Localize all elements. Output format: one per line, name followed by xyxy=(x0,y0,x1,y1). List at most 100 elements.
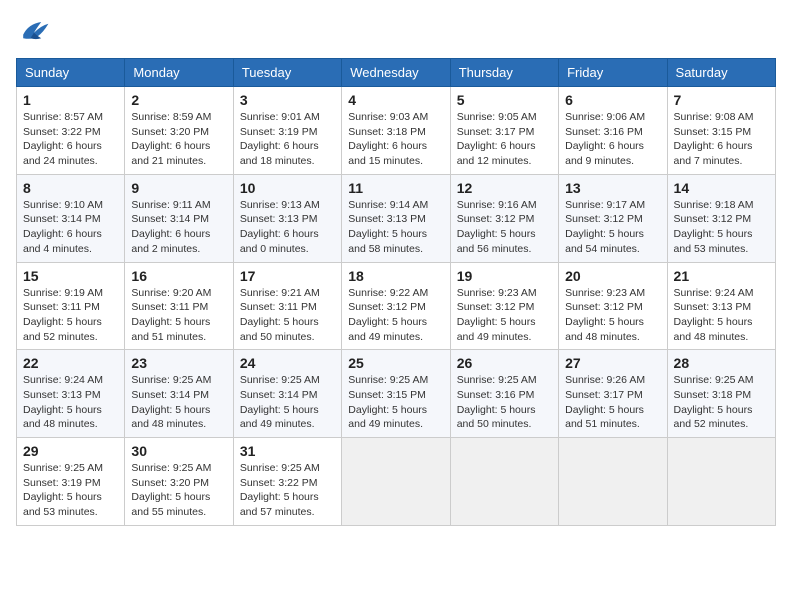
calendar-cell: 8 Sunrise: 9:10 AMSunset: 3:14 PMDayligh… xyxy=(17,174,125,262)
calendar-week-row: 1 Sunrise: 8:57 AMSunset: 3:22 PMDayligh… xyxy=(17,87,776,175)
calendar-cell: 29 Sunrise: 9:25 AMSunset: 3:19 PMDaylig… xyxy=(17,438,125,526)
day-info: Sunrise: 9:03 AMSunset: 3:18 PMDaylight:… xyxy=(348,110,443,169)
logo-icon xyxy=(16,16,52,46)
calendar-cell xyxy=(559,438,667,526)
calendar-cell: 14 Sunrise: 9:18 AMSunset: 3:12 PMDaylig… xyxy=(667,174,775,262)
calendar-cell xyxy=(342,438,450,526)
weekday-header-sunday: Sunday xyxy=(17,59,125,87)
calendar-week-row: 22 Sunrise: 9:24 AMSunset: 3:13 PMDaylig… xyxy=(17,350,776,438)
day-number: 16 xyxy=(131,268,226,284)
calendar-cell: 3 Sunrise: 9:01 AMSunset: 3:19 PMDayligh… xyxy=(233,87,341,175)
calendar-cell: 5 Sunrise: 9:05 AMSunset: 3:17 PMDayligh… xyxy=(450,87,558,175)
day-info: Sunrise: 8:59 AMSunset: 3:20 PMDaylight:… xyxy=(131,110,226,169)
day-number: 11 xyxy=(348,180,443,196)
day-number: 25 xyxy=(348,355,443,371)
calendar-cell: 13 Sunrise: 9:17 AMSunset: 3:12 PMDaylig… xyxy=(559,174,667,262)
day-info: Sunrise: 9:20 AMSunset: 3:11 PMDaylight:… xyxy=(131,286,226,345)
weekday-header-row: SundayMondayTuesdayWednesdayThursdayFrid… xyxy=(17,59,776,87)
calendar-week-row: 15 Sunrise: 9:19 AMSunset: 3:11 PMDaylig… xyxy=(17,262,776,350)
day-info: Sunrise: 9:25 AMSunset: 3:15 PMDaylight:… xyxy=(348,373,443,432)
day-info: Sunrise: 9:25 AMSunset: 3:14 PMDaylight:… xyxy=(240,373,335,432)
day-number: 6 xyxy=(565,92,660,108)
day-info: Sunrise: 9:06 AMSunset: 3:16 PMDaylight:… xyxy=(565,110,660,169)
calendar-cell: 22 Sunrise: 9:24 AMSunset: 3:13 PMDaylig… xyxy=(17,350,125,438)
day-number: 4 xyxy=(348,92,443,108)
calendar-cell: 11 Sunrise: 9:14 AMSunset: 3:13 PMDaylig… xyxy=(342,174,450,262)
calendar-week-row: 29 Sunrise: 9:25 AMSunset: 3:19 PMDaylig… xyxy=(17,438,776,526)
day-number: 10 xyxy=(240,180,335,196)
calendar-cell xyxy=(450,438,558,526)
day-info: Sunrise: 9:08 AMSunset: 3:15 PMDaylight:… xyxy=(674,110,769,169)
day-info: Sunrise: 9:21 AMSunset: 3:11 PMDaylight:… xyxy=(240,286,335,345)
day-number: 1 xyxy=(23,92,118,108)
calendar-cell: 2 Sunrise: 8:59 AMSunset: 3:20 PMDayligh… xyxy=(125,87,233,175)
day-info: Sunrise: 9:14 AMSunset: 3:13 PMDaylight:… xyxy=(348,198,443,257)
day-number: 17 xyxy=(240,268,335,284)
calendar-cell: 30 Sunrise: 9:25 AMSunset: 3:20 PMDaylig… xyxy=(125,438,233,526)
day-number: 5 xyxy=(457,92,552,108)
calendar-cell: 20 Sunrise: 9:23 AMSunset: 3:12 PMDaylig… xyxy=(559,262,667,350)
day-info: Sunrise: 9:19 AMSunset: 3:11 PMDaylight:… xyxy=(23,286,118,345)
calendar-cell: 28 Sunrise: 9:25 AMSunset: 3:18 PMDaylig… xyxy=(667,350,775,438)
calendar-cell: 17 Sunrise: 9:21 AMSunset: 3:11 PMDaylig… xyxy=(233,262,341,350)
calendar-cell: 24 Sunrise: 9:25 AMSunset: 3:14 PMDaylig… xyxy=(233,350,341,438)
day-number: 23 xyxy=(131,355,226,371)
weekday-header-thursday: Thursday xyxy=(450,59,558,87)
calendar-cell: 31 Sunrise: 9:25 AMSunset: 3:22 PMDaylig… xyxy=(233,438,341,526)
day-info: Sunrise: 9:23 AMSunset: 3:12 PMDaylight:… xyxy=(565,286,660,345)
day-info: Sunrise: 9:24 AMSunset: 3:13 PMDaylight:… xyxy=(674,286,769,345)
day-info: Sunrise: 9:25 AMSunset: 3:20 PMDaylight:… xyxy=(131,461,226,520)
day-info: Sunrise: 9:13 AMSunset: 3:13 PMDaylight:… xyxy=(240,198,335,257)
day-info: Sunrise: 9:25 AMSunset: 3:18 PMDaylight:… xyxy=(674,373,769,432)
weekday-header-saturday: Saturday xyxy=(667,59,775,87)
day-info: Sunrise: 9:24 AMSunset: 3:13 PMDaylight:… xyxy=(23,373,118,432)
day-number: 3 xyxy=(240,92,335,108)
day-info: Sunrise: 9:22 AMSunset: 3:12 PMDaylight:… xyxy=(348,286,443,345)
day-number: 2 xyxy=(131,92,226,108)
weekday-header-monday: Monday xyxy=(125,59,233,87)
day-number: 24 xyxy=(240,355,335,371)
calendar-cell: 7 Sunrise: 9:08 AMSunset: 3:15 PMDayligh… xyxy=(667,87,775,175)
day-info: Sunrise: 9:26 AMSunset: 3:17 PMDaylight:… xyxy=(565,373,660,432)
day-info: Sunrise: 9:25 AMSunset: 3:22 PMDaylight:… xyxy=(240,461,335,520)
day-info: Sunrise: 9:17 AMSunset: 3:12 PMDaylight:… xyxy=(565,198,660,257)
day-number: 13 xyxy=(565,180,660,196)
day-number: 30 xyxy=(131,443,226,459)
day-number: 7 xyxy=(674,92,769,108)
calendar-cell: 25 Sunrise: 9:25 AMSunset: 3:15 PMDaylig… xyxy=(342,350,450,438)
day-number: 8 xyxy=(23,180,118,196)
calendar-cell: 4 Sunrise: 9:03 AMSunset: 3:18 PMDayligh… xyxy=(342,87,450,175)
calendar-cell: 23 Sunrise: 9:25 AMSunset: 3:14 PMDaylig… xyxy=(125,350,233,438)
calendar-cell: 19 Sunrise: 9:23 AMSunset: 3:12 PMDaylig… xyxy=(450,262,558,350)
calendar-cell: 12 Sunrise: 9:16 AMSunset: 3:12 PMDaylig… xyxy=(450,174,558,262)
day-number: 12 xyxy=(457,180,552,196)
day-number: 26 xyxy=(457,355,552,371)
weekday-header-wednesday: Wednesday xyxy=(342,59,450,87)
day-number: 21 xyxy=(674,268,769,284)
day-number: 18 xyxy=(348,268,443,284)
calendar-cell: 16 Sunrise: 9:20 AMSunset: 3:11 PMDaylig… xyxy=(125,262,233,350)
day-info: Sunrise: 8:57 AMSunset: 3:22 PMDaylight:… xyxy=(23,110,118,169)
day-number: 29 xyxy=(23,443,118,459)
day-info: Sunrise: 9:25 AMSunset: 3:16 PMDaylight:… xyxy=(457,373,552,432)
day-info: Sunrise: 9:10 AMSunset: 3:14 PMDaylight:… xyxy=(23,198,118,257)
day-number: 31 xyxy=(240,443,335,459)
day-number: 27 xyxy=(565,355,660,371)
calendar-cell: 27 Sunrise: 9:26 AMSunset: 3:17 PMDaylig… xyxy=(559,350,667,438)
weekday-header-tuesday: Tuesday xyxy=(233,59,341,87)
page-header xyxy=(16,16,776,46)
calendar-cell: 1 Sunrise: 8:57 AMSunset: 3:22 PMDayligh… xyxy=(17,87,125,175)
day-info: Sunrise: 9:11 AMSunset: 3:14 PMDaylight:… xyxy=(131,198,226,257)
day-info: Sunrise: 9:25 AMSunset: 3:19 PMDaylight:… xyxy=(23,461,118,520)
calendar-cell: 18 Sunrise: 9:22 AMSunset: 3:12 PMDaylig… xyxy=(342,262,450,350)
calendar-cell: 21 Sunrise: 9:24 AMSunset: 3:13 PMDaylig… xyxy=(667,262,775,350)
calendar-cell: 15 Sunrise: 9:19 AMSunset: 3:11 PMDaylig… xyxy=(17,262,125,350)
calendar-cell: 26 Sunrise: 9:25 AMSunset: 3:16 PMDaylig… xyxy=(450,350,558,438)
logo xyxy=(16,16,56,46)
day-info: Sunrise: 9:25 AMSunset: 3:14 PMDaylight:… xyxy=(131,373,226,432)
calendar-week-row: 8 Sunrise: 9:10 AMSunset: 3:14 PMDayligh… xyxy=(17,174,776,262)
day-number: 9 xyxy=(131,180,226,196)
calendar-table: SundayMondayTuesdayWednesdayThursdayFrid… xyxy=(16,58,776,526)
calendar-cell xyxy=(667,438,775,526)
day-number: 20 xyxy=(565,268,660,284)
